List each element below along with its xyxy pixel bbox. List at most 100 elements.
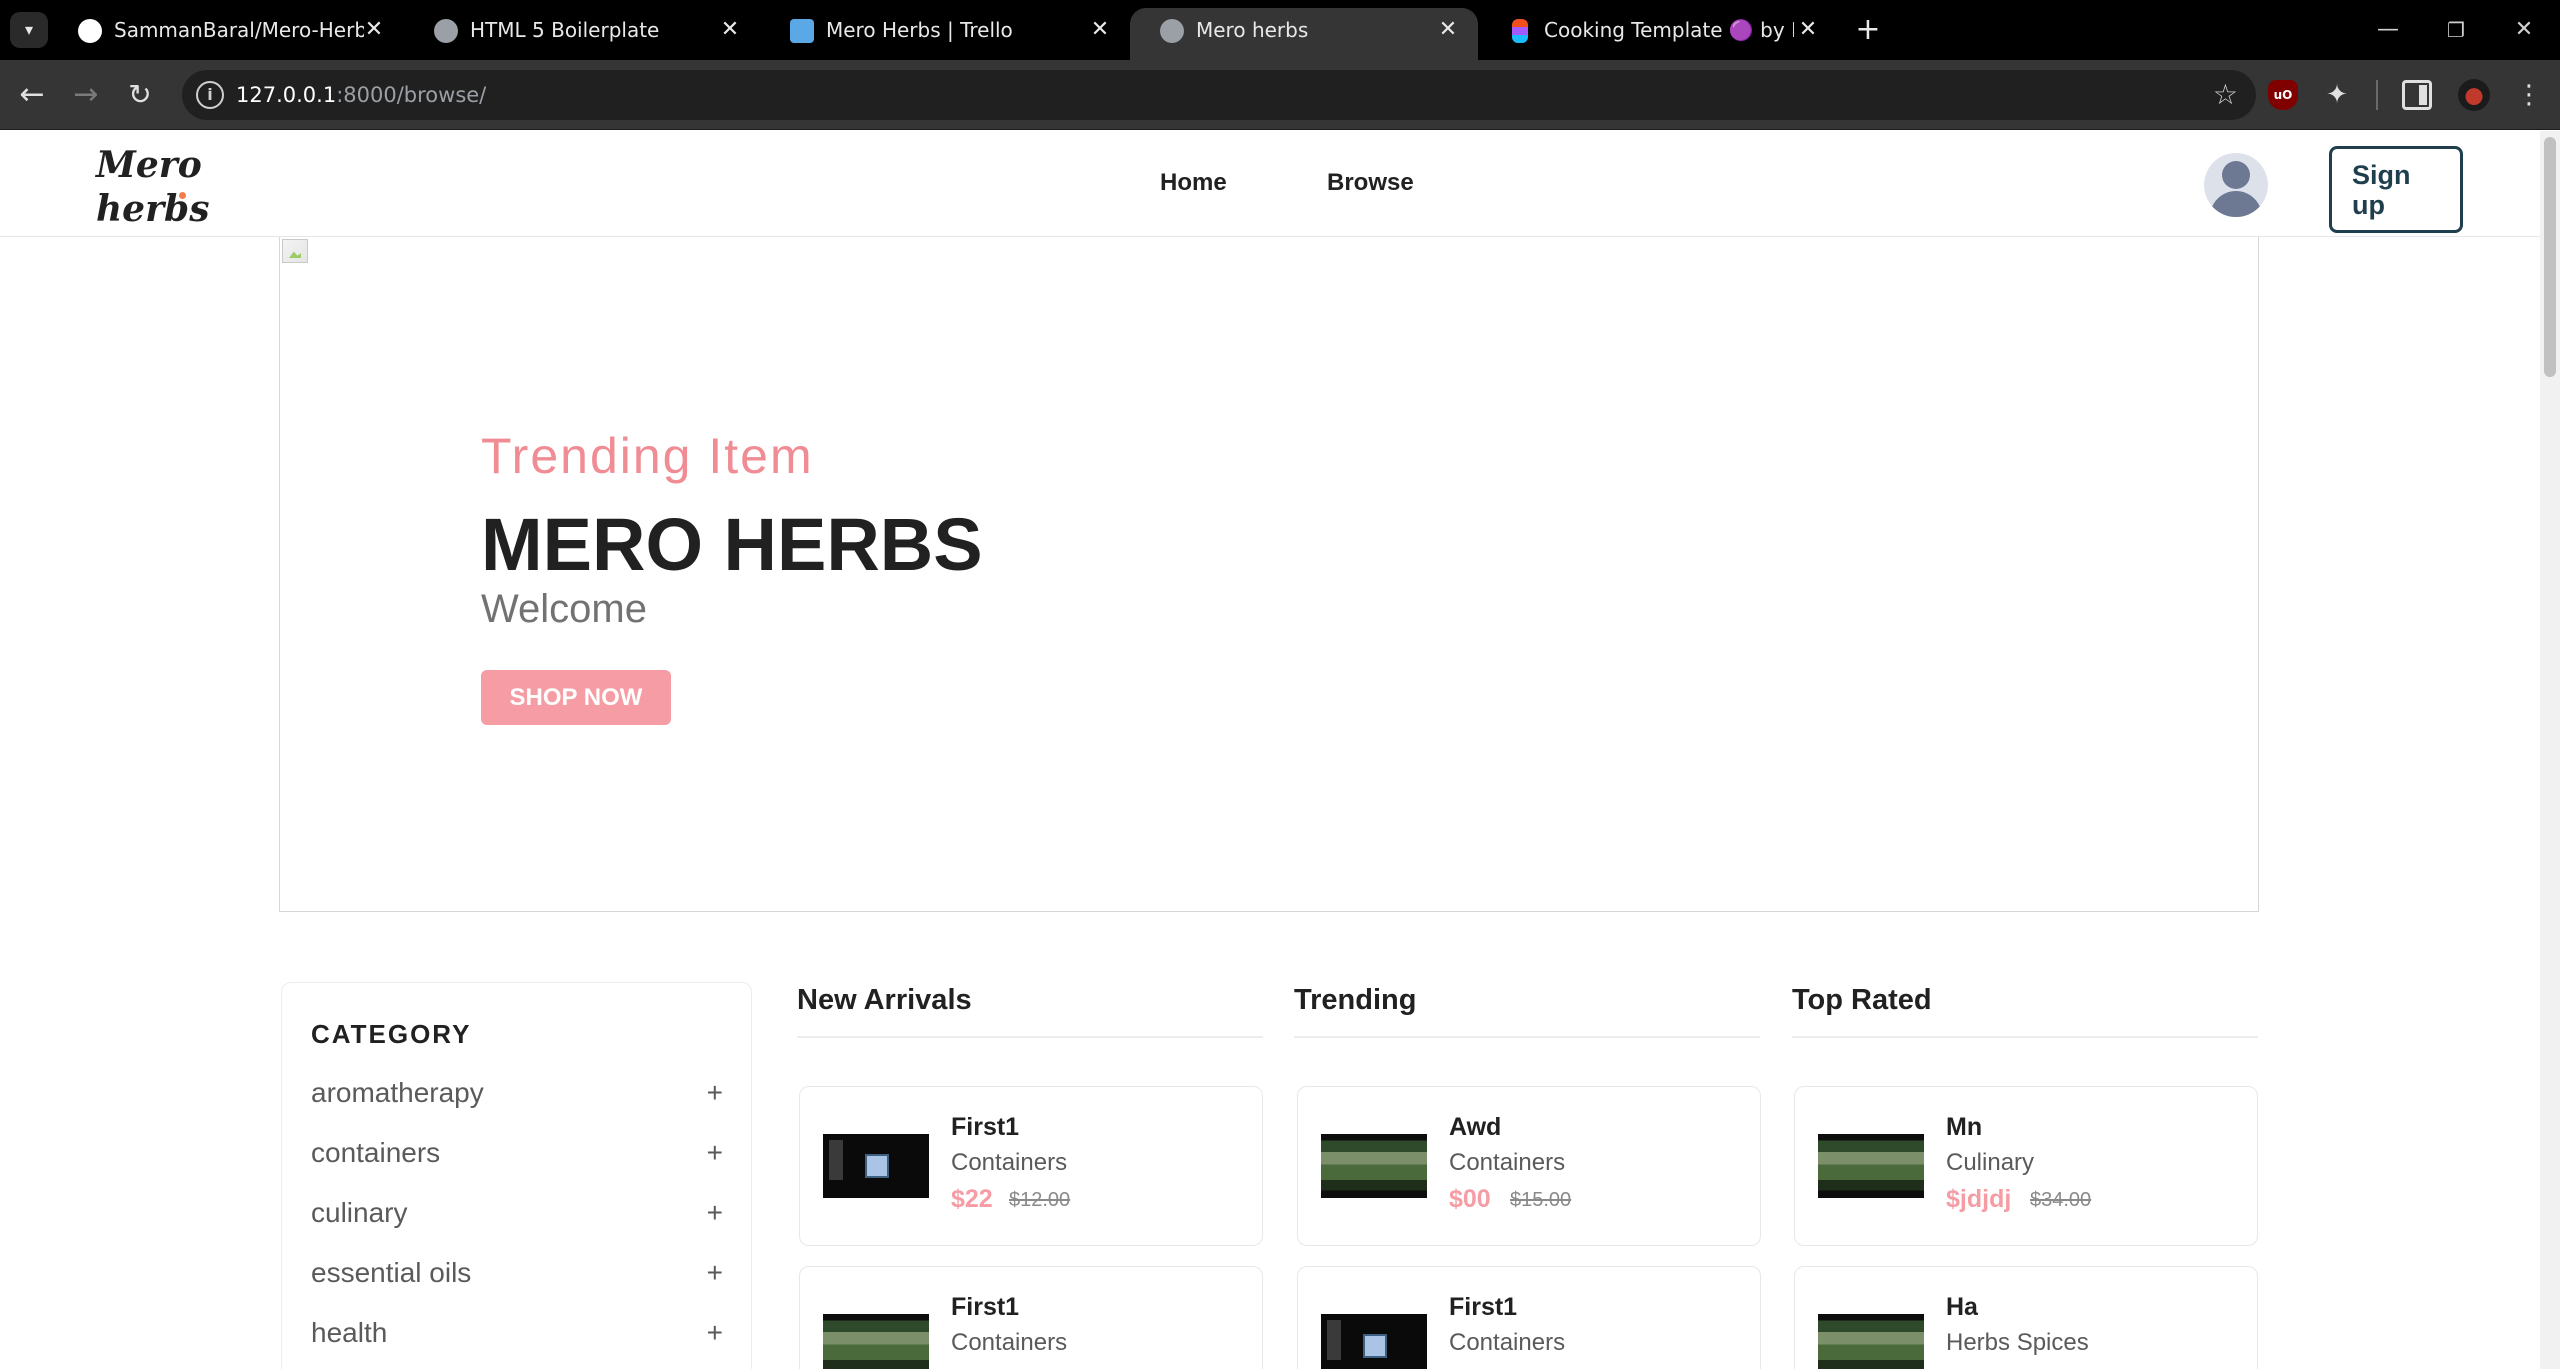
category-item[interactable]: aromatherapy +	[311, 1077, 723, 1117]
category-label: health	[311, 1317, 388, 1348]
browser-tab-active[interactable]: Mero herbs ✕	[1130, 8, 1478, 60]
github-icon	[78, 19, 102, 43]
category-title: CATEGORY	[311, 1019, 472, 1049]
tab-title: Cooking Template 🟣 by Flowb	[1544, 18, 1794, 42]
web-page: Mero herbs Home Browse Sign up Trending …	[0, 131, 2540, 1369]
column-divider	[1294, 1036, 1760, 1038]
product-thumbnail	[1321, 1134, 1427, 1198]
browser-tab[interactable]: Mero Herbs | Trello ✕	[760, 8, 1130, 60]
product-card[interactable]: First1 Containers	[799, 1266, 1263, 1369]
new-tab-button[interactable]: +	[1850, 8, 1886, 52]
logo-dot	[179, 192, 186, 199]
globe-icon	[434, 19, 458, 43]
product-name: Mn	[1946, 1113, 1983, 1141]
address-bar[interactable]: i 127.0.0.1:8000/browse/ ☆	[182, 70, 2256, 120]
product-card[interactable]: Ha Herbs Spices	[1794, 1266, 2258, 1369]
toolbar-divider	[2376, 80, 2378, 110]
product-price: $00	[1449, 1185, 1491, 1213]
browser-toolbar: ← → ↻ i 127.0.0.1:8000/browse/ ☆ uO ✦ ⋮	[0, 60, 2560, 130]
product-card[interactable]: Mn Culinary $jdjdj $34.00	[1794, 1086, 2258, 1246]
expand-plus-icon[interactable]: +	[707, 1197, 723, 1229]
logo-line-1: Mero	[96, 144, 202, 186]
product-category: Containers	[951, 1149, 1068, 1176]
product-category: Culinary	[1946, 1149, 2035, 1176]
top-rated-title: Top Rated	[1792, 984, 1932, 1016]
category-item[interactable]: essential oils +	[311, 1257, 723, 1297]
product-name: First1	[951, 1293, 1020, 1321]
nav-home-link[interactable]: Home	[1160, 169, 1227, 197]
product-thumbnail	[823, 1134, 929, 1198]
product-thumbnail	[1321, 1314, 1427, 1369]
product-card[interactable]: First1 Containers $22 $12.00	[799, 1086, 1263, 1246]
product-price: $22	[951, 1185, 993, 1213]
logo-line-2: herbs	[96, 188, 210, 230]
page-scrollbar[interactable]	[2540, 131, 2560, 1369]
tab-search-button[interactable]: ▾	[10, 12, 48, 48]
trello-icon	[790, 19, 814, 43]
site-info-icon[interactable]: i	[196, 81, 224, 109]
expand-plus-icon[interactable]: +	[707, 1077, 723, 1109]
product-name: First1	[1449, 1293, 1518, 1321]
product-name: Awd	[1449, 1113, 1502, 1141]
browser-tab[interactable]: Cooking Template 🟣 by Flowb ✕	[1478, 8, 1838, 60]
close-icon[interactable]: ✕	[1434, 8, 1462, 52]
tab-title: HTML 5 Boilerplate	[470, 18, 660, 42]
expand-plus-icon[interactable]: +	[707, 1137, 723, 1169]
extensions-puzzle-icon[interactable]: ✦	[2322, 80, 2352, 110]
restore-button[interactable]: ❐	[2436, 10, 2476, 50]
more-menu-icon[interactable]: ⋮	[2514, 80, 2544, 110]
shop-now-button[interactable]: SHOP NOW	[481, 670, 671, 725]
forward-button[interactable]: →	[64, 73, 108, 117]
category-item[interactable]: health +	[311, 1317, 723, 1357]
nav-browse-link[interactable]: Browse	[1327, 169, 1414, 197]
new-arrivals-title: New Arrivals	[797, 984, 972, 1016]
banner-text: Welcome	[481, 587, 647, 631]
category-label: essential oils	[311, 1257, 472, 1288]
product-name: First1	[951, 1113, 1020, 1141]
close-icon[interactable]: ✕	[716, 8, 744, 52]
side-panel-icon[interactable]	[2402, 80, 2432, 110]
ublock-icon[interactable]: uO	[2268, 80, 2298, 110]
product-old-price: $34.00	[2030, 1189, 2092, 1211]
browser-tab[interactable]: HTML 5 Boilerplate ✕	[404, 8, 760, 60]
close-icon[interactable]: ✕	[1794, 8, 1822, 52]
product-category: Containers	[1449, 1329, 1566, 1356]
category-label: aromatherapy	[311, 1077, 484, 1108]
close-icon[interactable]: ✕	[1086, 8, 1114, 52]
tab-title: Mero Herbs | Trello	[826, 18, 1013, 42]
close-icon[interactable]: ✕	[360, 8, 388, 52]
signup-button[interactable]: Sign up	[2329, 146, 2463, 233]
minimize-button[interactable]: —	[2368, 10, 2408, 50]
product-old-price: $12.00	[1009, 1189, 1071, 1211]
broken-image-icon	[282, 239, 308, 263]
banner-subtitle: Trending Item	[481, 428, 814, 484]
window-close-button[interactable]: ✕	[2504, 10, 2544, 50]
product-category: Herbs Spices	[1946, 1329, 2089, 1356]
profile-avatar-icon[interactable]	[2458, 79, 2490, 111]
category-label: containers	[311, 1137, 441, 1168]
url-text: 127.0.0.1:8000/browse/	[236, 83, 487, 107]
product-name: Ha	[1946, 1293, 1978, 1321]
bookmark-star-icon[interactable]: ☆	[2213, 70, 2238, 120]
expand-plus-icon[interactable]: +	[707, 1257, 723, 1289]
product-thumbnail	[1818, 1314, 1924, 1369]
expand-plus-icon[interactable]: +	[707, 1317, 723, 1349]
user-avatar-icon[interactable]	[2204, 153, 2268, 217]
category-item[interactable]: containers +	[311, 1137, 723, 1177]
site-logo[interactable]: Mero herbs	[96, 143, 209, 231]
tab-title: SammanBaral/Mero-Herbs	[114, 18, 364, 42]
category-item[interactable]: culinary +	[311, 1197, 723, 1237]
avatar-body	[2210, 191, 2262, 217]
category-sidebar: CATEGORY aromatherapy + containers + cul…	[281, 982, 752, 1369]
product-thumbnail	[823, 1314, 929, 1369]
reload-button[interactable]: ↻	[118, 73, 162, 117]
trending-title: Trending	[1294, 984, 1417, 1016]
figma-icon	[1512, 19, 1528, 43]
product-card[interactable]: Awd Containers $00 $15.00	[1297, 1086, 1761, 1246]
banner-title: MERO HERBS	[481, 503, 983, 586]
product-card[interactable]: First1 Containers	[1297, 1266, 1761, 1369]
scrollbar-thumb[interactable]	[2544, 137, 2556, 377]
browser-tab[interactable]: SammanBaral/Mero-Herbs ✕	[48, 8, 404, 60]
back-button[interactable]: ←	[10, 73, 54, 117]
product-thumbnail	[1818, 1134, 1924, 1198]
